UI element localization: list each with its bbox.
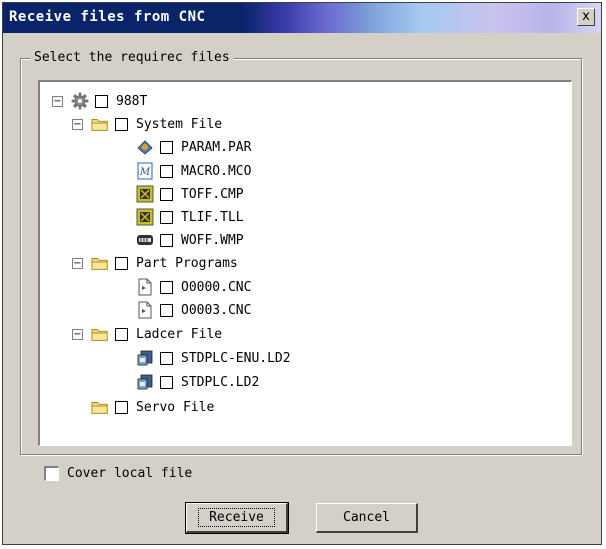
gear-icon xyxy=(71,92,89,110)
folder-icon xyxy=(91,398,109,416)
tree-node-stdplc[interactable]: STDPLC.LD2 xyxy=(136,371,259,393)
tree-node-988t[interactable]: − 988T xyxy=(52,90,147,112)
checkbox-macro[interactable] xyxy=(160,164,173,178)
tree-label-part-programs: Part Programs xyxy=(136,255,238,271)
tree-label-param: PARAM.PAR xyxy=(181,139,252,155)
tree-label-system-file: System File xyxy=(136,116,223,132)
tree-node-macro[interactable]: M MACRO.MCO xyxy=(136,160,251,182)
tree-node-o0000[interactable]: O0000.CNC xyxy=(136,276,251,298)
tree-node-ladder-file[interactable]: − Ladcer File xyxy=(72,323,222,345)
macro-file-icon: M xyxy=(136,162,154,180)
ladder-file-icon xyxy=(136,349,154,367)
tree-label-toff: TOFF.CMP xyxy=(181,186,244,202)
tree-node-stdplc-enu[interactable]: STDPLC-ENU.LD2 xyxy=(136,347,291,369)
folder-icon xyxy=(91,325,109,343)
tree-node-part-programs[interactable]: − Part Programs xyxy=(72,252,238,274)
folder-icon xyxy=(91,115,109,133)
checkbox-system-file[interactable] xyxy=(115,117,128,131)
checkbox-part-programs[interactable] xyxy=(115,256,128,270)
checkbox-param[interactable] xyxy=(160,140,173,154)
tree-label-o0000: O0000.CNC xyxy=(181,279,252,295)
tree-node-o0003[interactable]: O0003.CNC xyxy=(136,299,251,321)
group-legend: Select the requirec files xyxy=(30,50,234,65)
close-button[interactable]: x xyxy=(577,8,595,26)
work-offset-file-icon xyxy=(136,231,154,249)
checkbox-toff[interactable] xyxy=(160,187,173,201)
tree-label-tlif: TLIF.TLL xyxy=(181,209,244,225)
svg-text:M: M xyxy=(139,167,151,178)
tree-label-stdplc: STDPLC.LD2 xyxy=(181,374,260,390)
tree-label-woff: WOFF.WMP xyxy=(181,232,244,248)
checkbox-ladder-file[interactable] xyxy=(115,327,128,341)
tree-label-ladder-file: Ladcer File xyxy=(136,326,223,342)
folder-icon xyxy=(91,254,109,272)
cover-local-file-option[interactable]: Cover local file xyxy=(44,466,192,481)
tree-node-tlif[interactable]: TLIF.TLL xyxy=(136,206,244,228)
checkbox-o0000[interactable] xyxy=(160,280,173,294)
tree-node-system-file[interactable]: − System File xyxy=(72,113,222,135)
collapse-toggle[interactable]: − xyxy=(72,257,83,269)
cover-local-file-checkbox[interactable] xyxy=(44,466,59,481)
document-icon xyxy=(136,278,154,296)
tree-label-servo-file: Servo File xyxy=(136,399,215,415)
document-icon xyxy=(136,301,154,319)
receive-button[interactable]: Receive xyxy=(185,502,289,534)
tree-label-stdplc-enu: STDPLC-ENU.LD2 xyxy=(181,350,291,366)
tree-node-param[interactable]: PARAM.PAR xyxy=(136,136,251,158)
tree-node-servo-file[interactable]: Servo File xyxy=(91,396,214,418)
collapse-toggle[interactable]: − xyxy=(72,328,83,340)
tool-offset-file-icon xyxy=(136,185,154,203)
cancel-button-label: Cancel xyxy=(343,510,390,525)
tree-label-macro: MACRO.MCO xyxy=(181,163,252,179)
checkbox-servo-file[interactable] xyxy=(115,400,128,414)
cancel-button[interactable]: Cancel xyxy=(316,503,418,533)
checkbox-stdplc[interactable] xyxy=(160,375,173,389)
checkbox-stdplc-enu[interactable] xyxy=(160,351,173,365)
collapse-toggle[interactable]: − xyxy=(52,95,63,107)
checkbox-woff[interactable] xyxy=(160,233,173,247)
checkbox-tlif[interactable] xyxy=(160,210,173,224)
tree-label-988t: 988T xyxy=(116,93,148,109)
title-bar[interactable]: Receive files from CNC x xyxy=(3,3,601,33)
checkbox-o0003[interactable] xyxy=(160,303,173,317)
tree-node-toff[interactable]: TOFF.CMP xyxy=(136,183,244,205)
tree-node-woff[interactable]: WOFF.WMP xyxy=(136,229,244,251)
collapse-toggle[interactable]: − xyxy=(72,118,83,130)
tree-label-o0003: O0003.CNC xyxy=(181,302,252,318)
ladder-file-icon xyxy=(136,373,154,391)
param-file-icon xyxy=(136,138,154,156)
window-title: Receive files from CNC xyxy=(9,9,206,25)
receive-button-label: Receive xyxy=(198,508,275,527)
checkbox-988t[interactable] xyxy=(95,94,108,108)
tool-life-file-icon xyxy=(136,208,154,226)
cover-local-file-label: Cover local file xyxy=(67,466,193,481)
file-tree[interactable]: − 988T − System File PARAM.PAR M MACRO.M… xyxy=(38,80,572,446)
